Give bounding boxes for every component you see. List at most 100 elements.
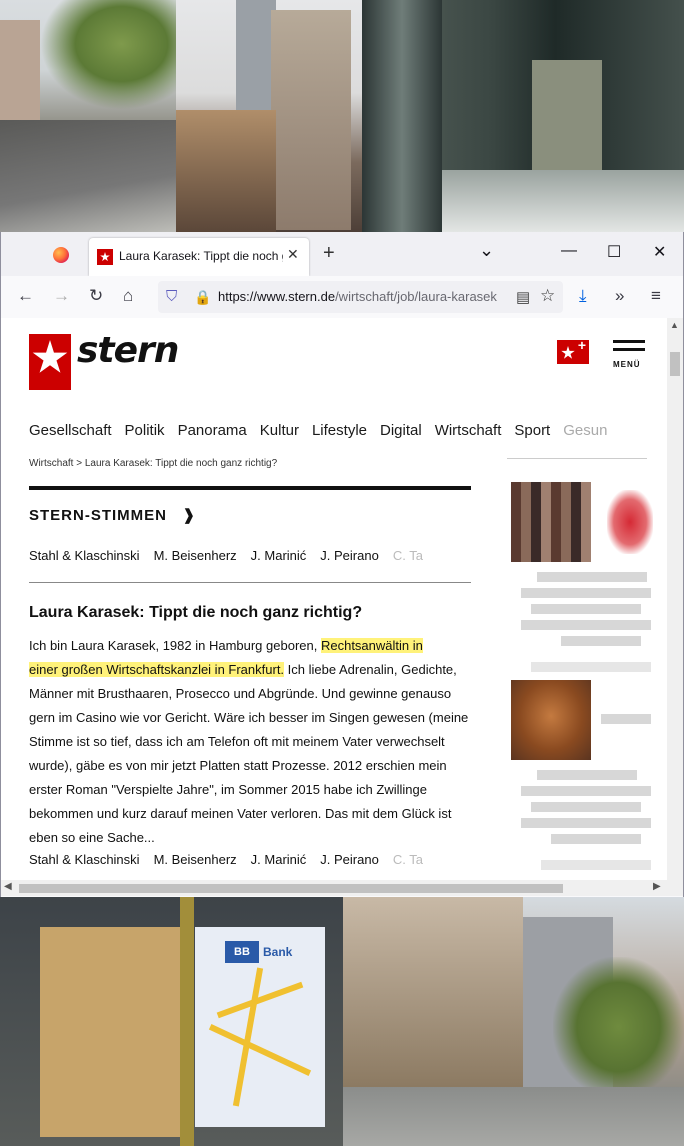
overflow-icon[interactable]: »	[615, 286, 624, 306]
nav-item[interactable]: Panorama	[178, 422, 247, 439]
author-link[interactable]: Stahl & Klaschinski	[29, 548, 140, 563]
minimize-button[interactable]: —	[561, 242, 577, 260]
shop-window-photo: BB Bank	[0, 897, 343, 1146]
tab-active[interactable]: Laura Karasek: Tippt die noch ganz richt…	[89, 238, 309, 276]
article-body: Ich bin Laura Karasek, 1982 in Hamburg g…	[29, 634, 469, 850]
building-entrance-photo	[362, 0, 684, 232]
article-title[interactable]: Laura Karasek: Tippt die noch ganz richt…	[29, 604, 362, 622]
breadcrumb[interactable]: Wirtschaft > Laura Karasek: Tippt die no…	[29, 458, 277, 469]
sidebar-teaser-text[interactable]	[531, 802, 641, 812]
author-link[interactable]: C. Ta	[393, 852, 423, 867]
author-link[interactable]: J. Marinić	[251, 852, 307, 867]
article-highlight: Rechtsanwältin in	[320, 638, 423, 653]
stern-star-logo-icon[interactable]	[29, 334, 71, 390]
firefox-icon[interactable]	[53, 247, 69, 263]
tracking-shield-icon[interactable]: ⛉	[166, 288, 177, 305]
list-tabs-icon[interactable]: ⌄	[479, 240, 494, 261]
reader-view-icon[interactable]: ▤	[512, 288, 531, 306]
sidebar-thumbnail-3[interactable]	[511, 680, 591, 760]
author-link[interactable]: J. Peirano	[320, 548, 379, 563]
sidebar-teaser-text[interactable]	[561, 636, 641, 646]
forward-icon[interactable]: →	[53, 286, 70, 306]
stern-favicon-icon	[97, 249, 113, 265]
sidebar-divider	[507, 458, 647, 459]
article-text: Ich bin Laura Karasek, 1982 in Hamburg g…	[29, 638, 321, 653]
vertical-scrollbar[interactable]: ▲	[667, 318, 683, 880]
hamburger-menu-icon[interactable]: ≡	[651, 286, 661, 306]
menu-label: MENÜ	[613, 360, 641, 369]
site-menu-button[interactable]: MENÜ	[613, 340, 647, 370]
nav-toolbar: ← → ↻ ⌂ ⛉ 🔒 https://www.stern.de/wirtsch…	[1, 276, 683, 319]
author-link[interactable]: Stahl & Klaschinski	[29, 852, 140, 867]
article-text: Ich liebe Adrenalin, Gedichte, Männer mi…	[29, 662, 469, 845]
bank-poster: BB Bank	[195, 927, 325, 1127]
download-icon[interactable]: ⤓	[579, 286, 587, 306]
horizontal-scrollbar[interactable]: ◀ ▶	[1, 880, 683, 896]
article-highlight: einer großen Wirtschaftskanzlei in Frank…	[29, 662, 285, 677]
reload-icon[interactable]: ↻	[89, 286, 103, 306]
tab-title: Laura Karasek: Tippt die noch ganz richt…	[119, 249, 283, 263]
street-photo-middle	[176, 0, 362, 232]
scroll-thumb[interactable]	[670, 352, 680, 376]
nav-item[interactable]: Wirtschaft	[435, 422, 502, 439]
sidebar-teaser-text[interactable]	[521, 818, 651, 828]
url-text[interactable]: https://www.stern.de/wirtschaft/job/laur…	[218, 289, 497, 304]
sidebar-teaser-text[interactable]	[521, 620, 651, 630]
nav-item[interactable]: Kultur	[260, 422, 299, 439]
author-link[interactable]: J. Marinić	[251, 548, 307, 563]
close-window-button[interactable]: ✕	[653, 242, 666, 262]
bank-logo: BB	[225, 941, 259, 963]
nav-item[interactable]: Digital	[380, 422, 422, 439]
sidebar-thumbnail-2[interactable]	[607, 490, 653, 554]
street-photo-left	[0, 0, 176, 232]
nav-item[interactable]: Lifestyle	[312, 422, 367, 439]
divider	[29, 582, 471, 583]
sidebar-teaser-text[interactable]	[537, 770, 637, 780]
stern-logo-text[interactable]: stern	[77, 330, 179, 371]
lock-icon[interactable]: 🔒	[194, 289, 211, 306]
section-arrow-icon: ❱	[182, 507, 197, 524]
sidebar-teaser-text[interactable]	[601, 714, 651, 724]
section-title[interactable]: STERN-STIMMEN ❱	[29, 506, 196, 524]
page-viewport: stern MENÜ Gesellschaft Politik Panorama Ku…	[1, 318, 667, 880]
author-link[interactable]: M. Beisenherz	[154, 852, 237, 867]
browser-window: Laura Karasek: Tippt die noch ganz richt…	[0, 232, 684, 898]
sidebar-teaser-text[interactable]	[521, 588, 651, 598]
street-corner-photo	[343, 897, 684, 1146]
nav-item[interactable]: Politik	[125, 422, 165, 439]
section-divider	[29, 486, 471, 490]
sidebar-teaser-text[interactable]	[521, 786, 651, 796]
sidebar-thumbnail-1[interactable]	[511, 482, 591, 562]
tab-close-icon[interactable]: ✕	[287, 246, 299, 263]
author-link[interactable]: M. Beisenherz	[154, 548, 237, 563]
main-navigation: Gesellschaft Politik Panorama Kultur Lifesty…	[29, 422, 620, 439]
new-tab-button[interactable]: +	[323, 242, 335, 265]
scroll-left-icon[interactable]: ◀	[4, 881, 12, 892]
scroll-thumb[interactable]	[19, 884, 563, 893]
sidebar-teaser-text[interactable]	[551, 834, 641, 844]
author-link[interactable]: C. Ta	[393, 548, 423, 563]
nav-item[interactable]: Sport	[514, 422, 550, 439]
url-bar[interactable]: ⛉ 🔒 https://www.stern.de/wirtschaft/job/…	[158, 281, 563, 313]
section-title-text: STERN-STIMMEN	[29, 507, 167, 524]
author-link[interactable]: J. Peirano	[320, 852, 379, 867]
sidebar-teaser-meta	[531, 662, 651, 672]
home-icon[interactable]: ⌂	[123, 286, 133, 306]
nav-item[interactable]: Gesun	[563, 422, 607, 439]
url-path: /wirtschaft/job/laura-karasek	[335, 289, 497, 304]
maximize-button[interactable]: ☐	[607, 242, 621, 262]
sidebar-teaser-meta	[541, 860, 651, 870]
stern-plus-icon[interactable]	[557, 337, 589, 364]
sidebar-teaser-text[interactable]	[531, 604, 641, 614]
scroll-up-icon[interactable]: ▲	[670, 320, 679, 330]
nav-item[interactable]: Gesellschaft	[29, 422, 112, 439]
url-domain: https://www.stern.de	[218, 289, 336, 304]
bookmark-star-icon[interactable]: ☆	[540, 286, 555, 306]
tab-bar: Laura Karasek: Tippt die noch ganz richt…	[1, 232, 683, 276]
sidebar-teaser-text[interactable]	[537, 572, 647, 582]
back-icon[interactable]: ←	[17, 286, 34, 306]
scroll-right-icon[interactable]: ▶	[653, 881, 661, 892]
author-list: Stahl & Klaschinski M. Beisenherz J. Marin…	[29, 548, 437, 563]
author-list-repeat: Stahl & Klaschinski M. Beisenherz J. Marin…	[29, 852, 437, 867]
bank-name: Bank	[263, 945, 293, 959]
